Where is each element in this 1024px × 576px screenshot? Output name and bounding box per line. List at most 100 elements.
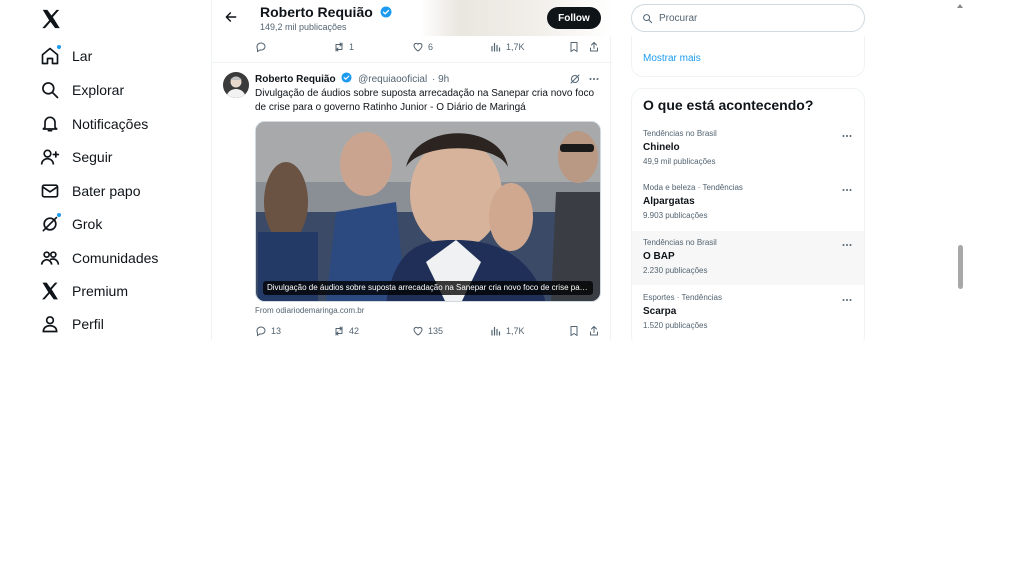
sidebar-item-communities[interactable]: Comunidades — [40, 243, 158, 273]
trends-box: O que está acontecendo? Tendências no Br… — [631, 88, 865, 340]
grok-icon[interactable] — [569, 72, 581, 84]
trends-title: O que está acontecendo? — [643, 97, 814, 113]
person-icon — [40, 314, 60, 334]
tweet-text: Divulgação de áudios sobre suposta arrec… — [255, 88, 595, 113]
grok-icon — [40, 212, 62, 234]
more-options-icon[interactable] — [841, 183, 853, 195]
search-placeholder: Procurar — [659, 12, 698, 24]
sidebar-item-premium[interactable]: Premium — [40, 276, 128, 306]
scroll-up-arrow-icon[interactable] — [957, 4, 963, 8]
more-options-icon[interactable] — [841, 129, 853, 141]
tweet-divider — [212, 62, 612, 63]
sidebar-item-follow[interactable]: Seguir — [40, 142, 112, 172]
people-icon — [40, 248, 60, 268]
posts-count: 149,2 mil publicações — [260, 22, 347, 32]
x-logo-icon[interactable] — [40, 8, 62, 30]
sidebar-item-label: Comunidades — [72, 250, 159, 266]
like-button[interactable]: 135 — [412, 325, 443, 337]
profile-name-text: Roberto Requião — [260, 4, 373, 20]
trend-context: Moda e beleza · Tendências — [643, 183, 743, 192]
sidebar-item-chat[interactable]: Bater papo — [40, 176, 141, 206]
like-count: 6 — [428, 42, 434, 52]
scrollbar-thumb[interactable] — [958, 245, 963, 289]
profile-name: Roberto Requião — [260, 4, 392, 20]
reply-button[interactable] — [255, 41, 271, 53]
tweet-time[interactable]: · 9h — [432, 74, 449, 85]
views-count: 1,7K — [506, 42, 525, 52]
trend-item[interactable]: Tendências no Brasil Chinelo 49,9 mil pu… — [632, 129, 864, 183]
bookmark-button[interactable] — [568, 41, 584, 53]
views-button[interactable]: 1,7K — [490, 41, 525, 53]
notification-dot — [56, 44, 62, 50]
browser-viewport: Lar Explorar Notificações Seguir Bater p… — [0, 0, 966, 340]
reply-button[interactable]: 13 — [255, 325, 281, 337]
scrollbar[interactable] — [955, 0, 966, 340]
more-options-icon[interactable] — [841, 293, 853, 305]
sidebar-item-label: Lar — [72, 48, 93, 64]
who-to-follow-box: Mostrar mais — [631, 36, 865, 77]
views-button[interactable]: 1,7K — [490, 325, 525, 337]
like-count: 135 — [428, 326, 444, 336]
tweet-author[interactable]: Roberto Requião — [255, 74, 336, 85]
retweet-count: 1 — [349, 42, 355, 52]
like-button[interactable]: 6 — [412, 41, 433, 53]
card-source[interactable]: From odiariodemaringa.com.br — [255, 306, 364, 315]
share-icon — [590, 42, 598, 52]
sidebar-item-explore[interactable]: Explorar — [40, 75, 124, 105]
trend-title: O BAP — [643, 251, 675, 262]
x-icon — [40, 281, 60, 301]
bookmark-icon — [570, 42, 578, 52]
bookmark-button[interactable] — [568, 325, 584, 337]
trend-context: Esportes · Tendências — [643, 293, 723, 302]
verified-badge-icon — [380, 5, 392, 18]
reply-count: 13 — [271, 326, 282, 336]
share-button[interactable] — [588, 41, 604, 53]
trend-count: 9.903 publicações — [643, 211, 708, 220]
heart-icon — [413, 42, 423, 52]
tweet-handle[interactable]: @requiaooficial — [358, 74, 427, 85]
retweet-button[interactable]: 1 — [333, 41, 354, 53]
trend-count: 1.520 publicações — [643, 321, 708, 330]
search-icon — [643, 13, 653, 23]
follow-button[interactable]: Follow — [547, 7, 601, 29]
trend-item[interactable]: Esportes · Tendências Scarpa 1.520 publi… — [632, 293, 864, 340]
trend-title: Chinelo — [643, 142, 680, 153]
show-more-link[interactable]: Mostrar mais — [643, 53, 701, 64]
verified-badge-icon — [341, 72, 353, 84]
sidebar-item-profile[interactable]: Perfil — [40, 309, 104, 339]
trend-context: Tendências no Brasil — [643, 238, 717, 247]
tweet-actions: 1 6 1,7K — [255, 41, 605, 55]
search-input[interactable]: Procurar — [631, 4, 865, 32]
retweet-icon — [335, 42, 343, 52]
tweet-header: Roberto Requião @requiaooficial · 9h — [255, 72, 449, 85]
trend-title: Scarpa — [643, 306, 677, 317]
retweet-button[interactable]: 42 — [333, 325, 359, 337]
sidebar-item-grok[interactable]: Grok — [40, 209, 102, 239]
link-card[interactable]: Divulgação de áudios sobre suposta arrec… — [255, 121, 601, 302]
sidebar-item-label: Explorar — [72, 82, 125, 98]
sidebar-item-notifications[interactable]: Notificações — [40, 109, 148, 139]
notification-dot — [56, 212, 62, 218]
sidebar-item-home[interactable]: Lar — [40, 41, 92, 71]
timeline-column: Roberto Requião 149,2 mil publicações Fo… — [211, 0, 612, 340]
trend-count: 49,9 mil publicações — [643, 157, 716, 166]
bookmark-icon — [570, 326, 578, 336]
retweet-icon — [335, 326, 343, 336]
card-caption: Divulgação de áudios sobre suposta arrec… — [263, 281, 593, 295]
avatar[interactable] — [223, 72, 249, 98]
more-options-icon[interactable] — [841, 238, 853, 250]
trend-item[interactable]: Moda e beleza · Tendências Alpargatas 9.… — [632, 183, 864, 237]
trend-context: Tendências no Brasil — [643, 129, 717, 138]
trend-item[interactable]: Tendências no Brasil O BAP 2.230 publica… — [632, 231, 864, 285]
trend-count: 2.230 publicações — [643, 266, 708, 275]
envelope-icon — [40, 181, 60, 201]
add-person-icon — [40, 147, 60, 167]
tweet-actions: 13 42 135 1,7K — [255, 325, 605, 339]
profile-header: Roberto Requião 149,2 mil publicações Fo… — [212, 0, 612, 36]
views-chart-icon — [491, 42, 501, 52]
back-arrow-icon[interactable] — [224, 10, 238, 24]
views-count: 1,7K — [506, 326, 525, 336]
share-button[interactable] — [588, 325, 604, 337]
more-options-icon[interactable] — [588, 72, 600, 84]
sidebar-item-label: Grok — [72, 216, 103, 232]
